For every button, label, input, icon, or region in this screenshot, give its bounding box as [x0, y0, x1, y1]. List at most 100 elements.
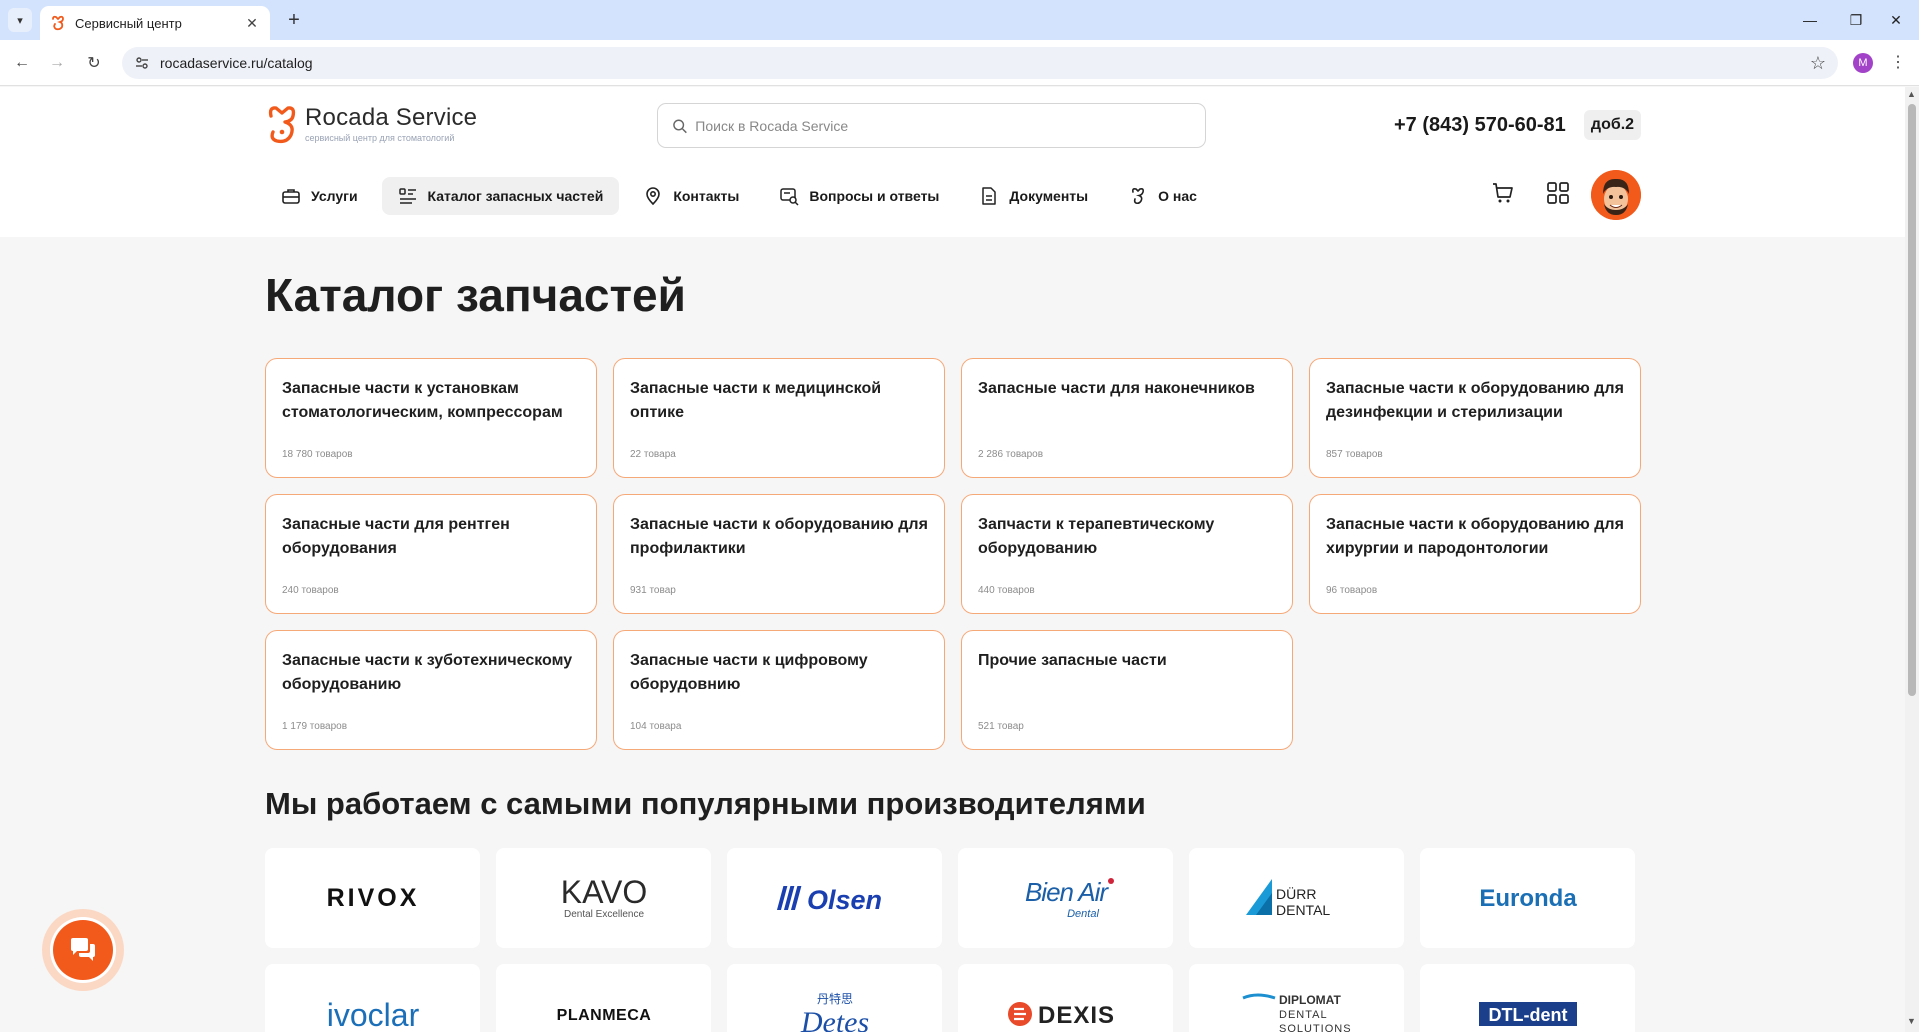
kavo-logo: KAVO Dental Excellence: [560, 874, 647, 920]
category-card[interactable]: Запасные части для рентген оборудования …: [265, 494, 597, 614]
category-title: Запасные части к оборудованию для профил…: [630, 516, 928, 557]
category-card[interactable]: Запасные части к медицинской оптике 22 т…: [613, 358, 945, 478]
diplomat-logo: DIPLOMAT DENTAL SOLUTIONS: [1241, 993, 1350, 1032]
olsen-logo-text: Olsen: [807, 885, 882, 915]
menu-item-services[interactable]: Услуги: [265, 177, 374, 215]
durr-logo-text: DÜRR: [1276, 885, 1316, 902]
browser-tab[interactable]: Сервисный центр ✕: [40, 6, 270, 40]
url-text: rocadaservice.ru/catalog: [160, 55, 313, 71]
category-count: 96 товаров: [1326, 585, 1378, 596]
ivoclar-logo-text: ivoclar: [326, 997, 419, 1032]
category-card[interactable]: Запасные части к оборудованию для хирург…: [1309, 494, 1641, 614]
scroll-up-arrow-icon[interactable]: ▲: [1907, 89, 1916, 99]
kavo-tagline: Dental Excellence: [563, 909, 643, 920]
menu-item-faq[interactable]: Вопросы и ответы: [763, 177, 955, 215]
category-card[interactable]: Запасные части к оборудованию для профил…: [613, 494, 945, 614]
search-input[interactable]: [695, 117, 1191, 134]
category-card[interactable]: Запасные части к установкам стоматологич…: [265, 358, 597, 478]
diplomat-logo-text-2: DENTAL: [1279, 1009, 1328, 1021]
category-title: Запасные части для рентген оборудования: [282, 516, 510, 557]
search-icon: [673, 119, 687, 133]
manufacturer-planmeca[interactable]: PLANMECA: [496, 964, 711, 1032]
category-count: 521 товар: [978, 721, 1024, 732]
manufacturer-detes[interactable]: 丹特思 Detes: [727, 964, 942, 1032]
category-count: 104 товара: [630, 721, 682, 732]
detes-logo-cn: 丹特思: [816, 991, 852, 1006]
manufacturer-dexis[interactable]: DEXIS: [958, 964, 1173, 1032]
chat-button[interactable]: [42, 909, 124, 991]
menu-item-contacts[interactable]: Контакты: [627, 177, 755, 215]
tab-search-button[interactable]: ▾: [8, 8, 32, 32]
category-title: Запасные части для наконечников: [978, 380, 1255, 397]
list-icon: [398, 188, 416, 204]
kavo-logo-text: KAVO: [560, 874, 647, 910]
dtl-dent-logo-text: DTL-dent: [1488, 1005, 1567, 1025]
scroll-down-arrow-icon[interactable]: ▼: [1907, 1016, 1916, 1026]
brand-tagline: сервисный центр для стоматологий: [305, 132, 455, 143]
euronda-logo-text: Euronda: [1479, 885, 1577, 912]
manufacturer-olsen[interactable]: Olsen: [727, 848, 942, 948]
category-card[interactable]: Запасные части к зуботехническому оборуд…: [265, 630, 597, 750]
memoji-avatar-icon: [1591, 170, 1641, 220]
category-card[interactable]: Запчасти к терапевтическому оборудованию…: [961, 494, 1293, 614]
browser-menu-icon[interactable]: ⋮: [1890, 52, 1906, 72]
category-card[interactable]: Запасные части для наконечников 2 286 то…: [961, 358, 1293, 478]
document-icon: [982, 187, 997, 205]
site-info-icon[interactable]: [134, 55, 150, 71]
manufacturer-grid: RIVOX KAVO Dental Excellence Olsen Bien …: [265, 848, 1641, 1032]
bienair-logo: Bien Air Dental: [1024, 877, 1114, 920]
site-header: Rocada Service сервисный центр для стома…: [0, 87, 1905, 237]
tab-close-icon[interactable]: ✕: [244, 15, 260, 32]
menu-label: Контакты: [673, 188, 740, 204]
manufacturer-euronda[interactable]: Euronda: [1420, 848, 1635, 948]
phone-number[interactable]: +7 (843) 570-60-81: [1394, 114, 1566, 137]
category-title: Запасные части к установкам стоматологич…: [282, 380, 563, 421]
menu-item-catalog[interactable]: Каталог запасных частей: [381, 177, 620, 215]
category-count: 857 товаров: [1326, 449, 1383, 460]
manufacturer-dtl-dent[interactable]: DTL-dent: [1420, 964, 1635, 1032]
location-pin-icon: [646, 187, 661, 206]
minimize-button[interactable]: —: [1787, 6, 1833, 34]
menu-item-about[interactable]: О нас: [1112, 177, 1213, 215]
tooth-logo-icon: [268, 106, 296, 144]
manufacturer-kavo[interactable]: KAVO Dental Excellence: [496, 848, 711, 948]
category-count: 440 товаров: [978, 585, 1035, 596]
site-favicon: [52, 15, 64, 31]
category-title: Запасные части к оборудованию для хирург…: [1326, 516, 1624, 557]
cart-icon[interactable]: [1489, 179, 1517, 207]
rivox-logo: RIVOX: [326, 884, 416, 912]
browser-toolbar: ← → ↻ rocadaservice.ru/catalog ☆ M ⋮: [0, 40, 1919, 86]
user-avatar[interactable]: [1591, 170, 1641, 220]
manufacturer-diplomat[interactable]: DIPLOMAT DENTAL SOLUTIONS: [1189, 964, 1404, 1032]
address-bar[interactable]: rocadaservice.ru/catalog ☆: [122, 47, 1838, 79]
profile-avatar[interactable]: M: [1853, 53, 1873, 73]
category-card[interactable]: Запасные части к оборудованию для дезинф…: [1309, 358, 1641, 478]
bienair-tagline: Dental: [1067, 908, 1099, 920]
bookmark-star-icon[interactable]: ☆: [1810, 53, 1826, 74]
category-count: 931 товар: [630, 585, 676, 596]
new-tab-button[interactable]: +: [282, 8, 306, 32]
back-button[interactable]: ←: [10, 51, 34, 75]
manufacturer-ivoclar[interactable]: ivoclar: [265, 964, 480, 1032]
close-window-button[interactable]: ✕: [1873, 6, 1919, 34]
scrollbar-thumb[interactable]: [1908, 104, 1916, 696]
manufacturer-rivox[interactable]: RIVOX: [265, 848, 480, 948]
category-card[interactable]: Прочие запасные части 521 товар: [961, 630, 1293, 750]
forward-button[interactable]: →: [45, 51, 69, 75]
dexis-logo: DEXIS: [1007, 1002, 1114, 1029]
manufacturer-bienair[interactable]: Bien Air Dental: [958, 848, 1173, 948]
detes-logo: 丹特思 Detes: [799, 991, 868, 1032]
tooth-icon: [1132, 188, 1145, 205]
site-search[interactable]: [657, 103, 1206, 148]
phone-extension-badge: доб.2: [1584, 110, 1641, 140]
site-logo[interactable]: Rocada Service сервисный центр для стома…: [265, 104, 477, 144]
manufacturer-durr[interactable]: DÜRR DENTAL: [1189, 848, 1404, 948]
menu-item-documents[interactable]: Документы: [963, 177, 1104, 215]
reload-button[interactable]: ↻: [82, 51, 106, 75]
grid-icon[interactable]: [1544, 179, 1572, 207]
category-title: Запасные части к зуботехническому оборуд…: [282, 652, 573, 693]
menu-label: О нас: [1158, 188, 1197, 204]
category-card[interactable]: Запасные части к цифровому оборудовнию 1…: [613, 630, 945, 750]
tab-title: Сервисный центр: [75, 15, 182, 31]
euronda-logo: Euronda: [1479, 885, 1577, 912]
